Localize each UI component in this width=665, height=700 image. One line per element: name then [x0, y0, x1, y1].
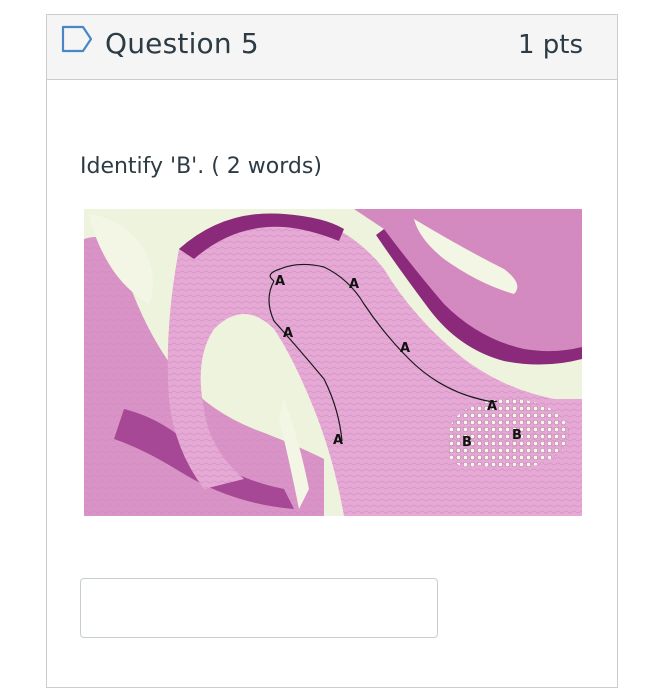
label-a-5: A — [487, 399, 497, 414]
question-points: 1 pts — [517, 30, 583, 60]
label-b-2: B — [512, 428, 522, 443]
question-header: Question 5 1 pts — [47, 15, 617, 80]
label-a-6: A — [333, 433, 343, 448]
label-a-4: A — [400, 341, 410, 356]
label-a-1: A — [275, 274, 285, 289]
question-card: Question 5 1 pts Identify 'B'. ( 2 words… — [46, 14, 618, 688]
label-b-1: B — [462, 435, 472, 450]
label-a-3: A — [283, 326, 293, 341]
question-title: Question 5 — [105, 27, 259, 60]
histology-image: A A A A A A B B — [84, 209, 582, 516]
answer-input[interactable] — [80, 578, 438, 638]
flag-question-icon[interactable] — [61, 25, 93, 53]
label-a-2: A — [349, 277, 359, 292]
question-prompt: Identify 'B'. ( 2 words) — [80, 154, 322, 179]
